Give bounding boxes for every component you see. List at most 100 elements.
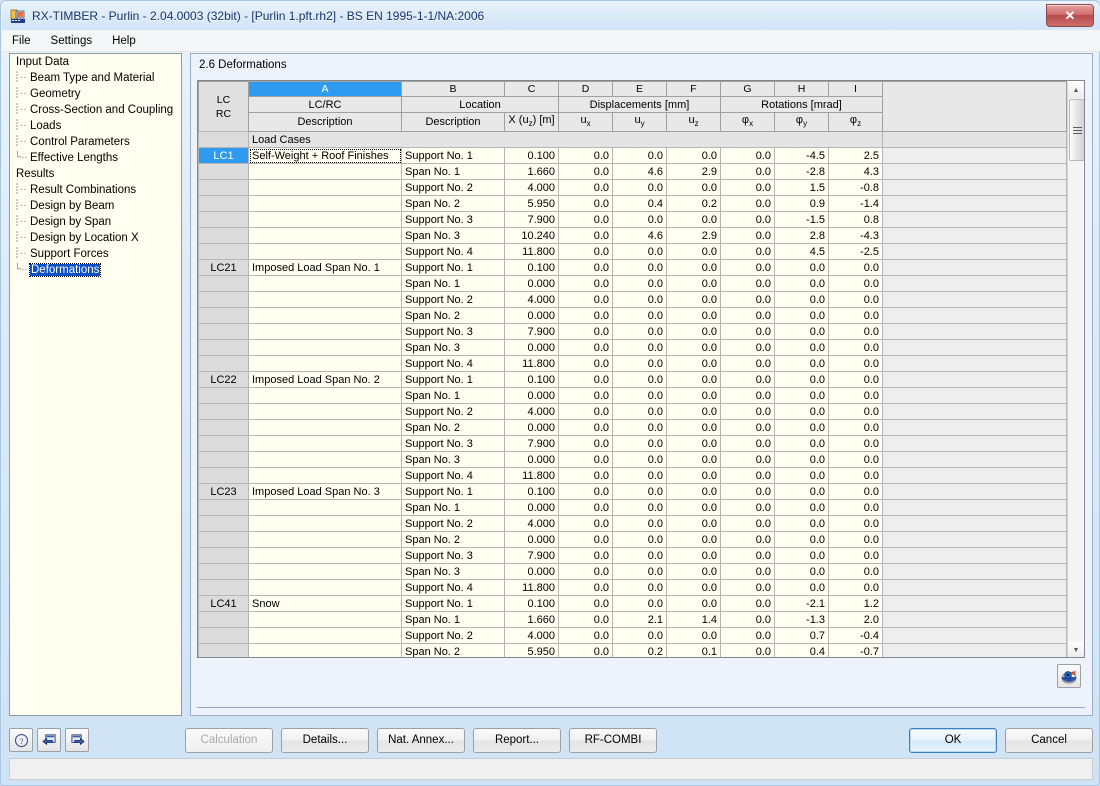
row-phix[interactable]: 0.0	[720, 595, 775, 613]
row-phiy[interactable]: 0.0	[774, 355, 829, 373]
next-page-button[interactable]	[65, 728, 89, 752]
row-phiy[interactable]: 0.0	[774, 259, 829, 277]
row-uz[interactable]: 0.0	[666, 307, 721, 325]
previous-page-button[interactable]	[37, 728, 61, 752]
row-uz[interactable]: 0.0	[666, 595, 721, 613]
row-ux[interactable]: 0.0	[558, 307, 613, 325]
row-phiz[interactable]: 0.0	[828, 307, 883, 325]
row-ux[interactable]: 0.0	[558, 419, 613, 437]
row-uy[interactable]: 0.0	[612, 179, 667, 197]
sidebar-item-effective-lengths[interactable]: └·· Effective Lengths	[10, 150, 181, 166]
row-phix[interactable]: 0.0	[720, 147, 775, 165]
row-ux[interactable]: 0.0	[558, 643, 613, 657]
row-phiy[interactable]: 0.0	[774, 275, 829, 293]
row-description[interactable]	[248, 307, 402, 325]
row-location[interactable]: Support No. 2	[401, 291, 505, 309]
row-description[interactable]	[248, 531, 402, 549]
row-lc-label[interactable]	[198, 179, 249, 197]
table-row[interactable]: Span No. 3 0.000 0.0 0.0 0.0 0.0 0.0 0.0	[198, 563, 1067, 581]
row-phiy[interactable]: 0.0	[774, 547, 829, 565]
row-x[interactable]: 0.100	[504, 259, 559, 277]
table-row[interactable]: Span No. 1 0.000 0.0 0.0 0.0 0.0 0.0 0.0	[198, 387, 1067, 405]
row-phiy[interactable]: 0.0	[774, 515, 829, 533]
row-phix[interactable]: 0.0	[720, 467, 775, 485]
row-ux[interactable]: 0.0	[558, 467, 613, 485]
row-lc-label[interactable]	[198, 563, 249, 581]
scrollbar-thumb[interactable]	[1069, 99, 1084, 161]
row-phix[interactable]: 0.0	[720, 259, 775, 277]
deformations-table-container[interactable]: LC RC A B C D E F G H I LC/RC Location Displacements …	[197, 80, 1085, 658]
table-row[interactable]: LC1 Self-Weight + Roof Finishes Support No…	[198, 147, 1067, 165]
row-uz[interactable]: 0.0	[666, 499, 721, 517]
row-phiy[interactable]: 0.0	[774, 563, 829, 581]
row-phix[interactable]: 0.0	[720, 563, 775, 581]
row-uy[interactable]: 0.0	[612, 547, 667, 565]
row-lc-label[interactable]	[198, 243, 249, 261]
row-x[interactable]: 0.100	[504, 147, 559, 165]
row-location[interactable]: Span No. 2	[401, 643, 505, 657]
row-description[interactable]	[248, 419, 402, 437]
row-location[interactable]: Span No. 3	[401, 227, 505, 245]
row-phix[interactable]: 0.0	[720, 451, 775, 469]
row-lc-label[interactable]	[198, 467, 249, 485]
row-phix[interactable]: 0.0	[720, 387, 775, 405]
row-x[interactable]: 7.900	[504, 547, 559, 565]
row-phiz[interactable]: 0.0	[828, 467, 883, 485]
row-uz[interactable]: 0.0	[666, 451, 721, 469]
row-x[interactable]: 7.900	[504, 211, 559, 229]
row-x[interactable]: 0.000	[504, 307, 559, 325]
column-letter-d[interactable]: D	[558, 81, 613, 97]
table-row[interactable]: LC21 Imposed Load Span No. 1 Support No. 1…	[198, 259, 1067, 277]
row-x[interactable]: 10.240	[504, 227, 559, 245]
row-ux[interactable]: 0.0	[558, 451, 613, 469]
row-lc-label[interactable]	[198, 579, 249, 597]
row-description[interactable]	[248, 563, 402, 581]
row-uz[interactable]: 0.0	[666, 275, 721, 293]
row-phix[interactable]: 0.0	[720, 243, 775, 261]
row-x[interactable]: 4.000	[504, 627, 559, 645]
table-row[interactable]: LC23 Imposed Load Span No. 3 Support No. 1…	[198, 483, 1067, 501]
row-phiy[interactable]: 0.0	[774, 435, 829, 453]
row-phiy[interactable]: 0.0	[774, 307, 829, 325]
row-phix[interactable]: 0.0	[720, 435, 775, 453]
row-phix[interactable]: 0.0	[720, 499, 775, 517]
row-uz[interactable]: 0.0	[666, 355, 721, 373]
row-uy[interactable]: 0.0	[612, 339, 667, 357]
row-location[interactable]: Support No. 2	[401, 179, 505, 197]
row-phix[interactable]: 0.0	[720, 547, 775, 565]
row-uy[interactable]: 0.0	[612, 467, 667, 485]
close-window-button[interactable]: ✕	[1046, 4, 1094, 27]
row-uz[interactable]: 1.4	[666, 611, 721, 629]
row-phiy[interactable]: 0.0	[774, 323, 829, 341]
row-x[interactable]: 11.800	[504, 355, 559, 373]
row-uy[interactable]: 0.0	[612, 243, 667, 261]
row-x[interactable]: 0.100	[504, 595, 559, 613]
row-phiz[interactable]: 0.0	[828, 547, 883, 565]
table-row[interactable]: Support No. 2 4.000 0.0 0.0 0.0 0.0 0.0 0.0	[198, 403, 1067, 421]
row-lc-label[interactable]	[198, 627, 249, 645]
row-phiy[interactable]: 4.5	[774, 243, 829, 261]
row-ux[interactable]: 0.0	[558, 387, 613, 405]
row-description[interactable]	[248, 227, 402, 245]
row-uy[interactable]: 0.0	[612, 275, 667, 293]
row-description[interactable]: Imposed Load Span No. 2	[248, 371, 402, 389]
row-location[interactable]: Support No. 4	[401, 355, 505, 373]
row-location[interactable]: Support No. 3	[401, 547, 505, 565]
row-uz[interactable]: 0.0	[666, 291, 721, 309]
row-uy[interactable]: 0.0	[612, 579, 667, 597]
row-ux[interactable]: 0.0	[558, 595, 613, 613]
row-x[interactable]: 11.800	[504, 243, 559, 261]
row-ux[interactable]: 0.0	[558, 531, 613, 549]
row-uy[interactable]: 0.0	[612, 355, 667, 373]
row-x[interactable]: 5.950	[504, 195, 559, 213]
row-phix[interactable]: 0.0	[720, 579, 775, 597]
row-description[interactable]	[248, 179, 402, 197]
row-x[interactable]: 0.000	[504, 451, 559, 469]
row-phiz[interactable]: 0.0	[828, 531, 883, 549]
row-uz[interactable]: 0.0	[666, 339, 721, 357]
row-description[interactable]	[248, 547, 402, 565]
row-uy[interactable]: 0.4	[612, 195, 667, 213]
row-x[interactable]: 0.100	[504, 371, 559, 389]
row-ux[interactable]: 0.0	[558, 243, 613, 261]
row-phix[interactable]: 0.0	[720, 483, 775, 501]
